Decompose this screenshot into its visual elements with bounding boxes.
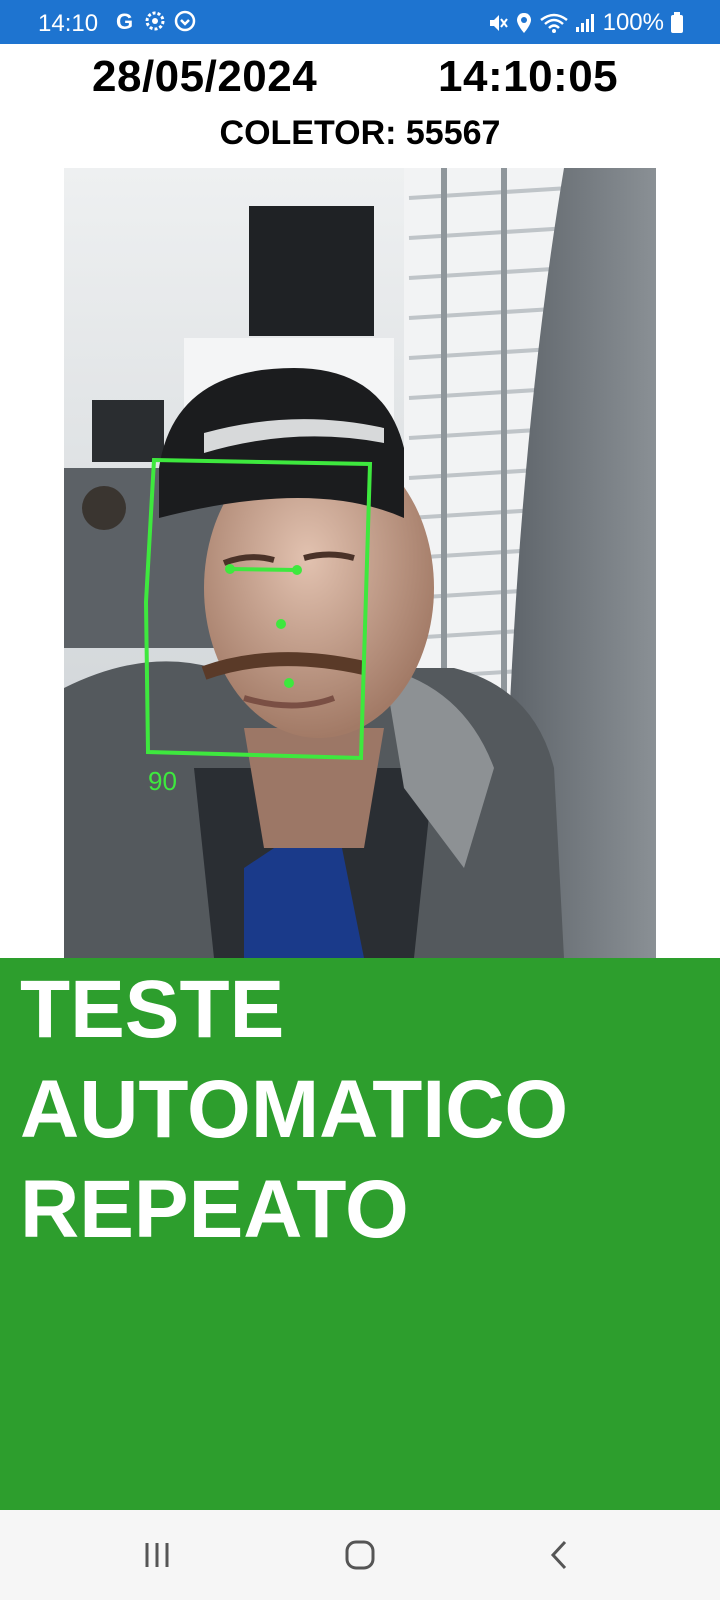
home-button[interactable] bbox=[330, 1532, 390, 1578]
status-time: 14:10 bbox=[38, 10, 99, 37]
collector-label: COLETOR: 55567 bbox=[219, 114, 501, 152]
camera-preview: 90 bbox=[64, 168, 656, 958]
wifi-icon bbox=[539, 13, 568, 33]
google-icon: G bbox=[116, 9, 133, 33]
mute-vibrate-icon bbox=[489, 15, 508, 31]
home-icon bbox=[345, 1540, 375, 1570]
nose-point bbox=[276, 619, 286, 629]
location-icon bbox=[516, 13, 531, 33]
header-time: 14:10:05 bbox=[438, 52, 619, 101]
camera-scene: 90 bbox=[64, 168, 656, 958]
signal-icon bbox=[575, 14, 594, 32]
eye-line bbox=[229, 567, 298, 572]
header-date: 28/05/2024 bbox=[92, 52, 318, 101]
result-line-3: REPEATO bbox=[20, 1164, 409, 1255]
settings-gear-icon bbox=[145, 11, 165, 31]
status-right-icons: 100% bbox=[487, 9, 684, 37]
battery-percent: 100% bbox=[602, 9, 664, 36]
mouth-point bbox=[284, 678, 294, 688]
app-notification-icon bbox=[174, 10, 196, 32]
left-eye-point bbox=[225, 564, 235, 574]
navigation-bar bbox=[0, 1510, 720, 1600]
recent-apps-icon bbox=[145, 1543, 169, 1567]
result-line-2: AUTOMATICO bbox=[20, 1064, 569, 1155]
header: 28/05/2024 14:10:05 bbox=[0, 52, 720, 108]
status-bar: 14:10 G 100% bbox=[0, 0, 720, 44]
recent-apps-button[interactable] bbox=[127, 1532, 187, 1578]
svg-text:G: G bbox=[116, 9, 133, 33]
back-icon bbox=[550, 1540, 567, 1570]
result-line-1: TESTE bbox=[20, 964, 285, 1055]
back-button[interactable] bbox=[530, 1532, 590, 1578]
result-panel: TESTE AUTOMATICO REPEATO bbox=[0, 958, 720, 1510]
face-score: 90 bbox=[148, 766, 177, 796]
status-left-icons: G bbox=[115, 9, 197, 33]
right-eye-point bbox=[292, 565, 302, 575]
battery-icon bbox=[671, 12, 683, 33]
